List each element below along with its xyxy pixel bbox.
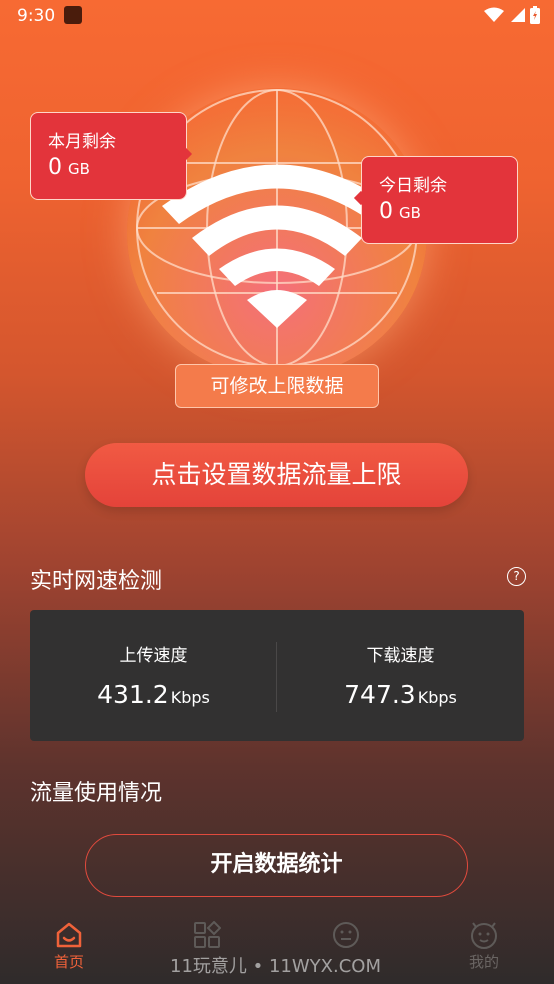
download-speed-label: 下载速度 [366, 646, 435, 666]
upload-speed-label: 上传速度 [119, 646, 188, 666]
cell-signal-icon [511, 8, 525, 22]
today-remaining-label: 今日剩余 [379, 176, 447, 196]
today-remaining-value: 0 GB [379, 199, 421, 224]
today-remaining-unit: GB [399, 204, 421, 222]
wifi-signal-icon [484, 7, 504, 22]
status-time: 9:30 [17, 6, 56, 26]
upload-speed-value: 431.2 Kbps [97, 680, 210, 709]
month-remaining-unit: GB [68, 160, 90, 178]
edit-limit-button[interactable]: 可修改上限数据 [175, 364, 379, 408]
app-notification-icon [64, 6, 82, 24]
home-icon [56, 922, 82, 948]
month-remaining-card: 本月剩余 0 GB [30, 112, 193, 200]
battery-icon [530, 6, 540, 24]
help-icon[interactable]: ? [507, 567, 526, 586]
upload-speed: 上传速度 431.2 Kbps [30, 610, 277, 741]
nav-label-home: 首页 [53, 953, 84, 971]
download-speed-unit: Kbps [417, 688, 457, 707]
face-icon [333, 922, 359, 948]
download-speed-value: 747.3 Kbps [344, 680, 457, 709]
nav-item-home[interactable]: 首页 [19, 909, 119, 984]
profile-icon [471, 922, 497, 949]
nav-label-profile: 我的 [468, 953, 499, 971]
upload-speed-unit: Kbps [170, 688, 210, 707]
watermark: 11玩意儿 • 11WYX.COM [170, 956, 381, 977]
nav-item-profile[interactable]: 我的 [434, 909, 534, 984]
usage-section-title: 流量使用情况 [30, 781, 163, 806]
month-remaining-label: 本月剩余 [48, 132, 116, 152]
enable-data-stats-button[interactable]: 开启数据统计 [85, 834, 468, 897]
status-icons [484, 6, 540, 24]
status-bar: 9:30 [0, 0, 554, 32]
apps-icon [194, 921, 221, 948]
today-remaining-card: 今日剩余 0 GB [353, 156, 518, 244]
download-speed: 下载速度 747.3 Kbps [277, 610, 524, 741]
speed-section-title: 实时网速检测 [30, 569, 163, 594]
month-remaining-value: 0 GB [48, 155, 90, 180]
speed-card: 上传速度 431.2 Kbps 下载速度 747.3 Kbps [30, 610, 524, 741]
set-data-limit-button[interactable]: 点击设置数据流量上限 [85, 443, 468, 507]
